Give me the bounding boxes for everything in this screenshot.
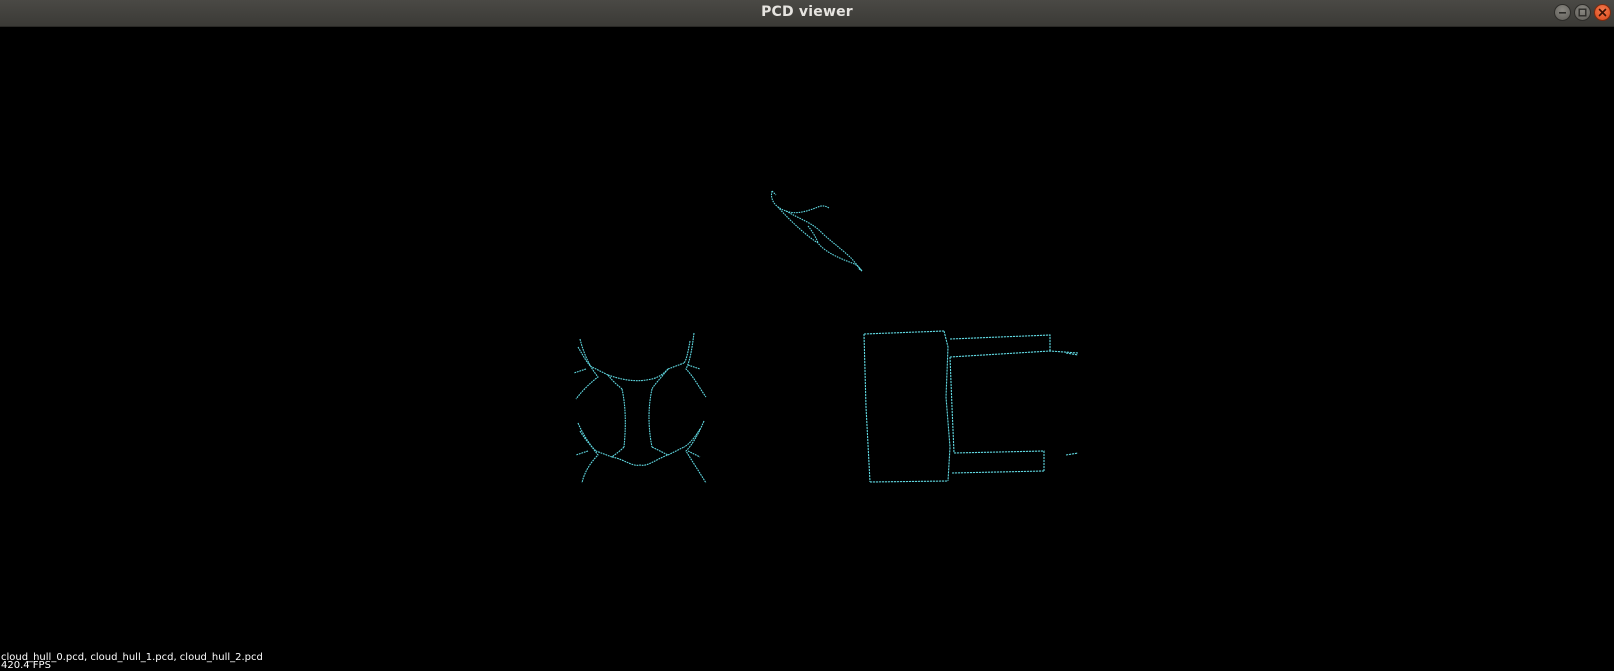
point-cloud-canvas[interactable] xyxy=(0,27,1614,670)
pcd-viewer-window: PCD viewer cloud_hull_0.pcd, cloud_hull_… xyxy=(0,0,1614,671)
minimize-icon xyxy=(1559,12,1566,14)
maximize-button[interactable] xyxy=(1574,4,1591,21)
window-controls xyxy=(1554,4,1611,22)
minimize-button[interactable] xyxy=(1554,4,1571,21)
render-viewport[interactable] xyxy=(0,27,1614,670)
cloud-hull-1-outline xyxy=(573,332,707,484)
cloud-hull-2-outline xyxy=(863,330,1079,483)
cloud-hull-0-outline xyxy=(770,190,863,272)
maximize-icon xyxy=(1578,8,1587,17)
title-bar[interactable]: PCD viewer xyxy=(0,0,1614,27)
window-title: PCD viewer xyxy=(761,4,853,20)
close-icon xyxy=(1598,8,1607,17)
fps-counter: 420.4 FPS xyxy=(1,660,51,671)
close-button[interactable] xyxy=(1594,4,1611,21)
